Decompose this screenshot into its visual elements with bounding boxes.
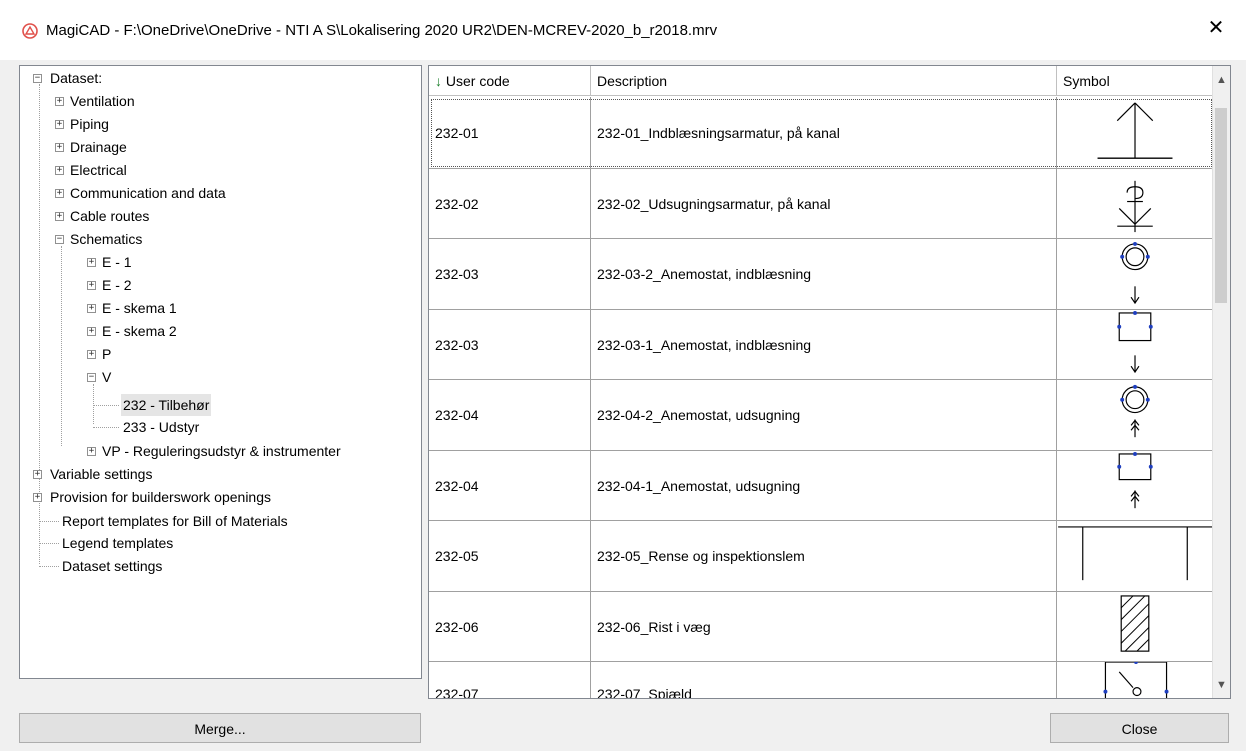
expand-icon[interactable]: + [55, 189, 64, 198]
tree-item-label: Piping [70, 116, 109, 132]
symbol-anemostat-exhaust-round-icon [1120, 384, 1150, 438]
user-code-cell: 232-07 [429, 662, 591, 698]
description-cell: 232-05_Rense og inspektionslem [591, 521, 1057, 591]
merge-button[interactable]: Merge... [19, 713, 421, 743]
scroll-down-icon[interactable]: ▼ [1213, 675, 1230, 695]
table-row[interactable]: 232-04 232-04-1_Anemostat, udsugning [429, 451, 1214, 521]
column-header-symbol[interactable]: Symbol [1057, 66, 1214, 96]
symbol-anemostat-supply-round-icon [1120, 241, 1150, 305]
table-row[interactable]: 232-06 232-06_Rist i væg [429, 592, 1214, 662]
description-cell: 232-03-2_Anemostat, indblæsning [591, 239, 1057, 309]
user-code-cell: 232-01 [429, 97, 591, 168]
table-row[interactable]: 232-01 232-01_Indblæsningsarmatur, på ka… [429, 97, 1214, 169]
user-code-cell: 232-04 [429, 451, 591, 520]
tree-item-label: E - 2 [102, 277, 132, 293]
expand-icon[interactable]: + [33, 470, 42, 479]
description-cell: 232-06_Rist i væg [591, 592, 1057, 661]
description-cell: 232-07_Spjæld [591, 662, 1057, 698]
table-row[interactable]: 232-03 232-03-2_Anemostat, indblæsning [429, 239, 1214, 310]
tree-item-label: Electrical [70, 162, 127, 178]
tree-item-label: E - skema 2 [102, 323, 177, 339]
column-header-description[interactable]: Description [591, 66, 1057, 96]
table-row[interactable]: 232-05 232-05_Rense og inspektionslem [429, 521, 1214, 592]
expand-icon[interactable]: + [55, 143, 64, 152]
table-row[interactable]: 232-04 232-04-2_Anemostat, udsugning [429, 380, 1214, 451]
symbol-grid[interactable]: ↓ User code Description Symbol 232-01 23… [428, 65, 1231, 699]
tree-item-label: V [102, 369, 112, 385]
magicad-logo-icon [22, 23, 38, 39]
tree-item-label: Cable routes [70, 208, 150, 224]
expand-icon[interactable]: + [55, 120, 64, 129]
expand-icon[interactable]: + [87, 258, 96, 267]
tree-item-label: Ventilation [70, 93, 135, 109]
tree-item-label: Variable settings [50, 466, 153, 482]
table-row[interactable]: 232-07 232-07_Spjæld [429, 662, 1214, 698]
tree-item-label: Dataset settings [62, 558, 163, 574]
vertical-scrollbar[interactable]: ▲ ▼ [1212, 66, 1230, 698]
tree-item-label: Dataset: [50, 70, 103, 86]
expand-icon[interactable]: + [87, 350, 96, 359]
tree-item-label: Provision for builderswork openings [50, 489, 271, 505]
expand-icon[interactable]: + [55, 166, 64, 175]
sort-down-icon: ↓ [435, 73, 442, 89]
symbol-anemostat-exhaust-square-icon [1117, 451, 1153, 509]
title-bar: MagiCAD - F:\OneDrive\OneDrive - NTI A S… [0, 0, 1246, 60]
collapse-icon[interactable]: − [33, 74, 42, 83]
expand-icon[interactable]: + [87, 281, 96, 290]
window-title: MagiCAD - F:\OneDrive\OneDrive - NTI A S… [46, 22, 718, 39]
close-button[interactable]: Close [1050, 713, 1229, 743]
user-code-cell: 232-05 [429, 521, 591, 591]
tree-item-label: P [102, 346, 112, 362]
description-cell: 232-01_Indblæsningsarmatur, på kanal [591, 97, 1057, 168]
symbol-wall-grille-icon [1120, 595, 1150, 652]
close-icon[interactable]: ✕ [1204, 16, 1228, 40]
tree-item-label: 232 - Tilbehør [121, 394, 212, 416]
table-row[interactable]: 232-03 232-03-1_Anemostat, indblæsning [429, 310, 1214, 380]
tree-item-label: Drainage [70, 139, 127, 155]
user-code-cell: 232-02 [429, 169, 591, 238]
scroll-thumb[interactable] [1215, 108, 1227, 303]
description-cell: 232-04-2_Anemostat, udsugning [591, 380, 1057, 450]
user-code-cell: 232-04 [429, 380, 591, 450]
symbol-supply-armature-icon [1097, 102, 1173, 159]
tree-item-label: Legend templates [62, 535, 174, 551]
tree-item-label: Schematics [70, 231, 143, 247]
expand-icon[interactable]: + [87, 447, 96, 456]
symbol-exhaust-armature-icon [1117, 180, 1153, 233]
tree-item-label: E - skema 1 [102, 300, 177, 316]
tree-item-label: VP - Reguleringsudstyr & instrumenter [102, 443, 341, 459]
table-row[interactable]: 232-02 232-02_Udsugningsarmatur, på kana… [429, 169, 1214, 239]
expand-icon[interactable]: + [33, 493, 42, 502]
expand-icon[interactable]: + [87, 327, 96, 336]
column-header-user-code[interactable]: ↓ User code [429, 66, 591, 96]
tree-item-label: E - 1 [102, 254, 132, 270]
tree-item-label: Report templates for Bill of Materials [62, 513, 288, 529]
symbol-anemostat-supply-square-icon [1117, 310, 1153, 374]
user-code-cell: 232-03 [429, 239, 591, 309]
description-cell: 232-04-1_Anemostat, udsugning [591, 451, 1057, 520]
expand-icon[interactable]: + [55, 212, 64, 221]
tree-item-label: 233 - Udstyr [123, 419, 200, 435]
expand-icon[interactable]: + [87, 304, 96, 313]
expand-icon[interactable]: + [55, 97, 64, 106]
description-cell: 232-03-1_Anemostat, indblæsning [591, 310, 1057, 379]
collapse-icon[interactable]: − [87, 373, 96, 382]
symbol-damper-icon [1103, 662, 1169, 698]
user-code-cell: 232-06 [429, 592, 591, 661]
collapse-icon[interactable]: − [55, 235, 64, 244]
tree-item-label: Communication and data [70, 185, 226, 201]
grid-header: ↓ User code Description Symbol [429, 66, 1214, 96]
symbol-inspection-hatch-icon [1058, 526, 1213, 581]
user-code-cell: 232-03 [429, 310, 591, 379]
description-cell: 232-02_Udsugningsarmatur, på kanal [591, 169, 1057, 238]
dataset-tree[interactable]: − Dataset: + Ventilation + Piping + Drai… [19, 65, 422, 679]
scroll-up-icon[interactable]: ▲ [1213, 70, 1230, 90]
